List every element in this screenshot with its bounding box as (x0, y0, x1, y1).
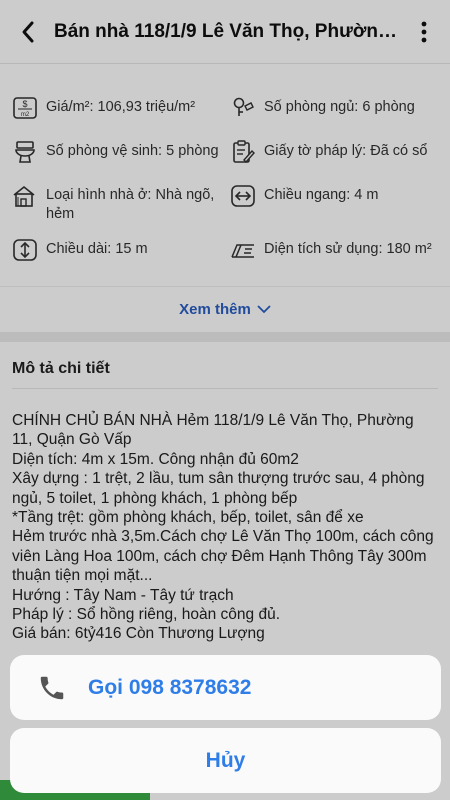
phone-icon (32, 668, 72, 708)
call-button[interactable]: Gọi 098 8378632 (10, 655, 441, 720)
cancel-label: Hủy (205, 748, 246, 772)
call-label: Gọi 098 8378632 (88, 675, 252, 699)
cancel-button[interactable]: Hủy (10, 728, 441, 793)
